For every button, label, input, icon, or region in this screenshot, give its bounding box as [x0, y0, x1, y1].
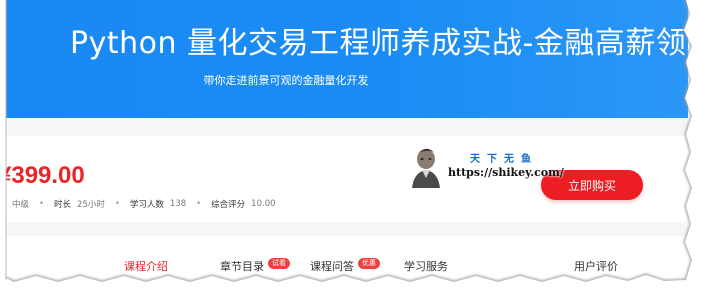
tab-qa-badge: 优惠: [358, 258, 380, 269]
course-banner: Python 量化交易工程师养成实战-金融高薪领域 带你走进前景可观的金融量化开…: [6, 0, 688, 118]
tab-chapters-badge: 试看: [268, 258, 290, 269]
tab-service[interactable]: 学习服务: [404, 258, 448, 274]
tab-reviews[interactable]: 用户评价: [574, 258, 618, 274]
tab-intro[interactable]: 课程介绍: [124, 258, 168, 274]
course-level: 中级: [12, 200, 30, 210]
learners-label: 学习人数: [129, 200, 164, 210]
meta-separator: •: [39, 199, 45, 209]
watermark-url: https://shikey.com/: [448, 166, 564, 179]
screenshot-frame: Python 量化交易工程师养成实战-金融高薪领域 带你走进前景可观的金融量化开…: [0, 0, 702, 289]
learners-value: 138: [169, 199, 187, 209]
tab-qa[interactable]: 课程问答: [310, 258, 354, 274]
course-subtitle: 带你走进前景可观的金融量化开发: [203, 74, 369, 87]
watermark-avatar-icon: [412, 148, 440, 188]
course-meta: 中级 • 时长 25小时 • 学习人数 138 • 综合评分 10.00: [12, 198, 276, 210]
course-page: Python 量化交易工程师养成实战-金融高薪领域 带你走进前景可观的金融量化开…: [6, 0, 688, 280]
duration-label: 时长: [54, 200, 72, 210]
watermark-name: 天下无鱼: [470, 154, 538, 165]
course-price: ¥399.00: [6, 162, 85, 189]
duration-value: 25小时: [77, 200, 105, 210]
course-tabs: 课程介绍 章节目录 试看 课程问答 优惠 学习服务 用户评价: [6, 236, 688, 280]
tab-chapters[interactable]: 章节目录: [220, 258, 264, 274]
meta-separator: •: [196, 199, 202, 209]
meta-separator: •: [114, 199, 120, 209]
purchase-card: ¥399.00 中级 • 时长 25小时 • 学习人数 138 • 综合评分 1…: [6, 136, 688, 222]
rating-label: 综合评分: [211, 200, 246, 210]
rating-value: 10.00: [251, 199, 276, 209]
course-title: Python 量化交易工程师养成实战-金融高薪领域: [70, 26, 688, 61]
